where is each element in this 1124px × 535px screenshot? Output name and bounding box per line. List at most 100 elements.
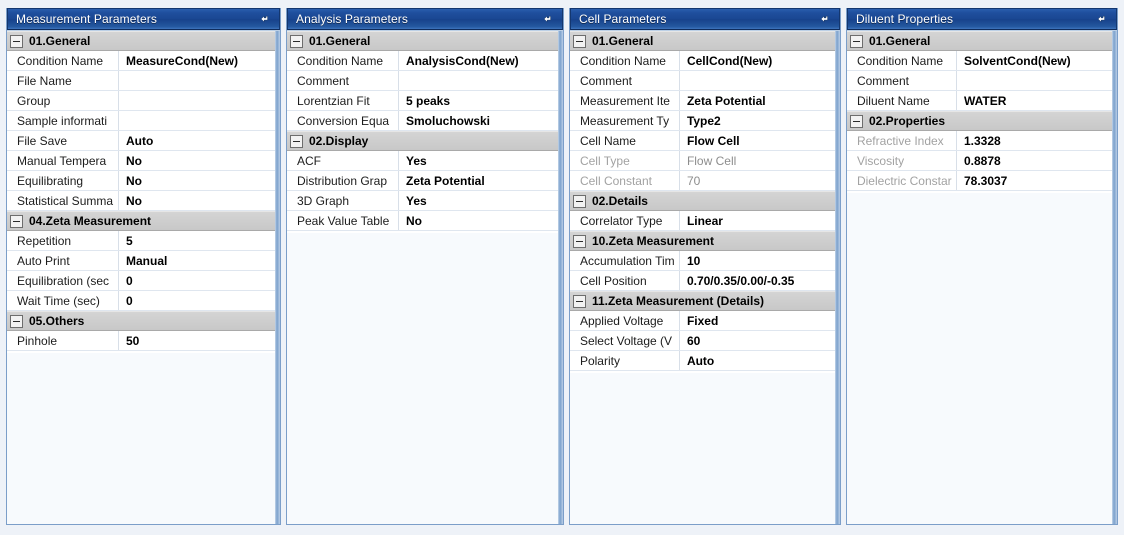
- property-row[interactable]: Condition Name MeasureCond(New): [7, 51, 275, 71]
- collapse-minus-icon[interactable]: [572, 34, 586, 48]
- property-row[interactable]: Sample informati: [7, 111, 275, 131]
- property-value[interactable]: AnalysisCond(New): [399, 51, 558, 70]
- panel-scroll-rail[interactable]: [557, 31, 563, 524]
- property-row[interactable]: File Name: [7, 71, 275, 91]
- property-row[interactable]: Manual Tempera No: [7, 151, 275, 171]
- property-value[interactable]: Smoluchowski: [399, 111, 558, 130]
- property-row[interactable]: Select Voltage (V 60: [569, 331, 835, 351]
- property-value[interactable]: 0.8878: [957, 151, 1112, 170]
- property-value[interactable]: No: [119, 171, 275, 190]
- property-row[interactable]: Cell Position 0.70/0.35/0.00/-0.35: [569, 271, 835, 291]
- property-row[interactable]: Distribution Grap Zeta Potential: [286, 171, 558, 191]
- property-value[interactable]: 5 peaks: [399, 91, 558, 110]
- panel-scroll-rail[interactable]: [274, 31, 280, 524]
- property-row[interactable]: Measurement Ite Zeta Potential: [569, 91, 835, 111]
- property-row[interactable]: Polarity Auto: [569, 351, 835, 371]
- property-row[interactable]: Accumulation Tim 10: [569, 251, 835, 271]
- property-row[interactable]: Equilibration (sec 0: [7, 271, 275, 291]
- auto-hide-arrow-icon[interactable]: [1094, 12, 1109, 27]
- property-value[interactable]: 70: [680, 171, 835, 190]
- collapse-minus-icon[interactable]: [849, 34, 863, 48]
- panel-titlebar[interactable]: Measurement Parameters: [7, 8, 280, 30]
- property-value[interactable]: MeasureCond(New): [119, 51, 275, 70]
- property-value[interactable]: Zeta Potential: [399, 171, 558, 190]
- property-value[interactable]: 1.3328: [957, 131, 1112, 150]
- property-row[interactable]: Refractive Index 1.3328: [846, 131, 1112, 151]
- property-row[interactable]: Statistical Summa No: [7, 191, 275, 211]
- property-group-header[interactable]: 02.Properties: [846, 111, 1112, 131]
- panel-titlebar[interactable]: Cell Parameters: [569, 8, 840, 30]
- collapse-minus-icon[interactable]: [10, 314, 23, 328]
- property-row[interactable]: Peak Value Table No: [286, 211, 558, 231]
- collapse-minus-icon[interactable]: [849, 114, 863, 128]
- property-row[interactable]: Cell Type Flow Cell: [569, 151, 835, 171]
- property-value[interactable]: Zeta Potential: [680, 91, 835, 110]
- property-row[interactable]: Conversion Equa Smoluchowski: [286, 111, 558, 131]
- auto-hide-arrow-icon[interactable]: [540, 12, 555, 27]
- property-value[interactable]: 10: [680, 251, 835, 270]
- property-row[interactable]: Cell Name Flow Cell: [569, 131, 835, 151]
- panel-titlebar[interactable]: Analysis Parameters: [286, 8, 563, 30]
- property-row[interactable]: ACF Yes: [286, 151, 558, 171]
- property-row[interactable]: Condition Name SolventCond(New): [846, 51, 1112, 71]
- property-value[interactable]: Yes: [399, 151, 558, 170]
- collapse-minus-icon[interactable]: [10, 214, 23, 228]
- property-row[interactable]: Wait Time (sec) 0: [7, 291, 275, 311]
- property-row[interactable]: File Save Auto: [7, 131, 275, 151]
- property-group-header[interactable]: 10.Zeta Measurement: [569, 231, 835, 251]
- property-row[interactable]: Measurement Ty Type2: [569, 111, 835, 131]
- property-value[interactable]: SolventCond(New): [957, 51, 1112, 70]
- property-value[interactable]: No: [119, 191, 275, 210]
- collapse-minus-icon[interactable]: [572, 234, 586, 248]
- property-row[interactable]: Lorentzian Fit 5 peaks: [286, 91, 558, 111]
- property-row[interactable]: Condition Name CellCond(New): [569, 51, 835, 71]
- collapse-minus-icon[interactable]: [572, 194, 586, 208]
- collapse-minus-icon[interactable]: [572, 294, 586, 308]
- property-row[interactable]: Comment: [286, 71, 558, 91]
- property-row[interactable]: Repetition 5: [7, 231, 275, 251]
- property-value[interactable]: 5: [119, 231, 275, 250]
- property-value[interactable]: 78.3037: [957, 171, 1112, 190]
- property-row[interactable]: 3D Graph Yes: [286, 191, 558, 211]
- auto-hide-arrow-icon[interactable]: [817, 12, 832, 27]
- property-group-header[interactable]: 01.General: [7, 31, 275, 51]
- property-value[interactable]: Flow Cell: [680, 151, 835, 170]
- property-value[interactable]: CellCond(New): [680, 51, 835, 70]
- property-value[interactable]: Fixed: [680, 311, 835, 330]
- property-value[interactable]: Linear: [680, 211, 835, 230]
- property-value[interactable]: [119, 71, 275, 90]
- property-group-header[interactable]: 11.Zeta Measurement (Details): [569, 291, 835, 311]
- property-value[interactable]: WATER: [957, 91, 1112, 110]
- auto-hide-arrow-icon[interactable]: [257, 12, 272, 27]
- panel-scroll-rail[interactable]: [834, 31, 840, 524]
- property-row[interactable]: Comment: [846, 71, 1112, 91]
- property-group-header[interactable]: 01.General: [846, 31, 1112, 51]
- collapse-minus-icon[interactable]: [289, 134, 303, 148]
- property-group-header[interactable]: 01.General: [286, 31, 558, 51]
- property-value[interactable]: [119, 111, 275, 130]
- collapse-minus-icon[interactable]: [10, 34, 23, 48]
- property-group-header[interactable]: 01.General: [569, 31, 835, 51]
- property-row[interactable]: Dielectric Constar 78.3037: [846, 171, 1112, 191]
- property-row[interactable]: Pinhole 50: [7, 331, 275, 351]
- property-group-header[interactable]: 02.Details: [569, 191, 835, 211]
- property-value[interactable]: 0: [119, 291, 275, 310]
- property-row[interactable]: Viscosity 0.8878: [846, 151, 1112, 171]
- panel-titlebar[interactable]: Diluent Properties: [846, 8, 1117, 30]
- property-row[interactable]: Diluent Name WATER: [846, 91, 1112, 111]
- property-value[interactable]: Auto: [119, 131, 275, 150]
- property-value[interactable]: No: [399, 211, 558, 230]
- property-value[interactable]: Auto: [680, 351, 835, 370]
- property-value[interactable]: Manual: [119, 251, 275, 270]
- property-value[interactable]: Flow Cell: [680, 131, 835, 150]
- property-value[interactable]: [957, 71, 1112, 90]
- property-value[interactable]: 60: [680, 331, 835, 350]
- property-value[interactable]: 0: [119, 271, 275, 290]
- property-group-header[interactable]: 05.Others: [7, 311, 275, 331]
- property-row[interactable]: Auto Print Manual: [7, 251, 275, 271]
- property-value[interactable]: No: [119, 151, 275, 170]
- property-row[interactable]: Group: [7, 91, 275, 111]
- property-value[interactable]: [399, 71, 558, 90]
- property-row[interactable]: Comment: [569, 71, 835, 91]
- panel-scroll-rail[interactable]: [1112, 31, 1117, 524]
